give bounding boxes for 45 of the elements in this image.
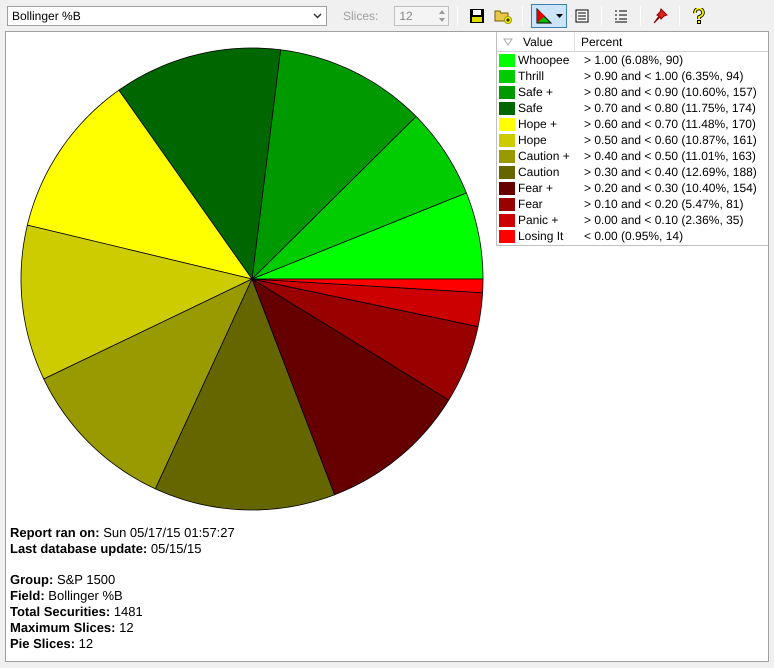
report-line: Maximum Slices: 12	[10, 620, 135, 636]
report-line: Last database update: 05/15/15	[10, 541, 202, 557]
legend-label: Fear	[518, 196, 544, 213]
sort-icon	[503, 38, 513, 46]
folder-plus-icon	[494, 8, 512, 24]
legend-range: > 0.60 and < 0.70 (11.48%, 170)	[584, 116, 756, 133]
report-line: Total Securities: 1481	[10, 604, 144, 620]
legend-range: > 0.80 and < 0.90 (10.60%, 157)	[584, 84, 757, 101]
legend-range: > 0.40 and < 0.50 (11.01%, 163)	[584, 148, 756, 165]
legend-range: > 0.20 and < 0.30 (10.40%, 154)	[584, 180, 757, 197]
numbered-list-icon	[614, 8, 628, 22]
legend-label: Losing It	[518, 228, 564, 245]
caret-icon	[556, 14, 564, 18]
legend-range: > 0.90 and < 1.00 (6.35%, 94)	[584, 68, 744, 85]
legend-range: > 0.30 and < 0.40 (12.69%, 188)	[584, 164, 757, 181]
pushpin-icon	[652, 8, 668, 24]
legend-label: Hope	[518, 132, 548, 149]
legend-label: Whoopee	[518, 52, 570, 69]
legend-range: > 1.00 (6.08%, 90)	[584, 52, 684, 69]
list-icon	[575, 8, 590, 22]
report-line: Report ran on: Sun 05/17/15 01:57:27	[10, 525, 236, 541]
slices-label: Slices:	[343, 8, 378, 24]
legend-range: > 0.50 and < 0.60 (10.87%, 161)	[584, 132, 757, 149]
field-dropdown[interactable]: Bollinger %B	[7, 6, 327, 26]
report-line: Group: S&P 1500	[10, 572, 116, 588]
question-mark-icon	[693, 8, 706, 24]
legend-label: Caution	[518, 164, 560, 181]
report-line: Field: Bollinger %B	[10, 588, 124, 604]
legend-label: Safe	[518, 100, 544, 117]
column-header[interactable]: Percent	[581, 32, 622, 50]
legend-range: > 0.10 and < 0.20 (5.47%, 81)	[584, 196, 744, 213]
legend-range: < 0.00 (0.95%, 14)	[584, 228, 684, 245]
pie-chart-button[interactable]	[531, 4, 568, 28]
legend-label: Thrill	[518, 68, 545, 85]
legend-range: > 0.70 and < 0.80 (11.75%, 174)	[584, 100, 756, 117]
report-line: Pie Slices: 12	[10, 636, 94, 652]
chevron-down-icon	[313, 12, 322, 18]
column-header[interactable]: Value	[523, 32, 575, 50]
legend-label: Caution +	[518, 148, 571, 165]
legend-label: Safe +	[518, 84, 554, 101]
legend-label: Panic +	[518, 212, 560, 229]
legend-label: Hope +	[518, 116, 558, 133]
legend-range: > 0.00 and < 0.10 (2.36%, 35)	[584, 212, 744, 229]
chart-icon	[535, 6, 554, 24]
legend-label: Fear +	[518, 180, 554, 197]
